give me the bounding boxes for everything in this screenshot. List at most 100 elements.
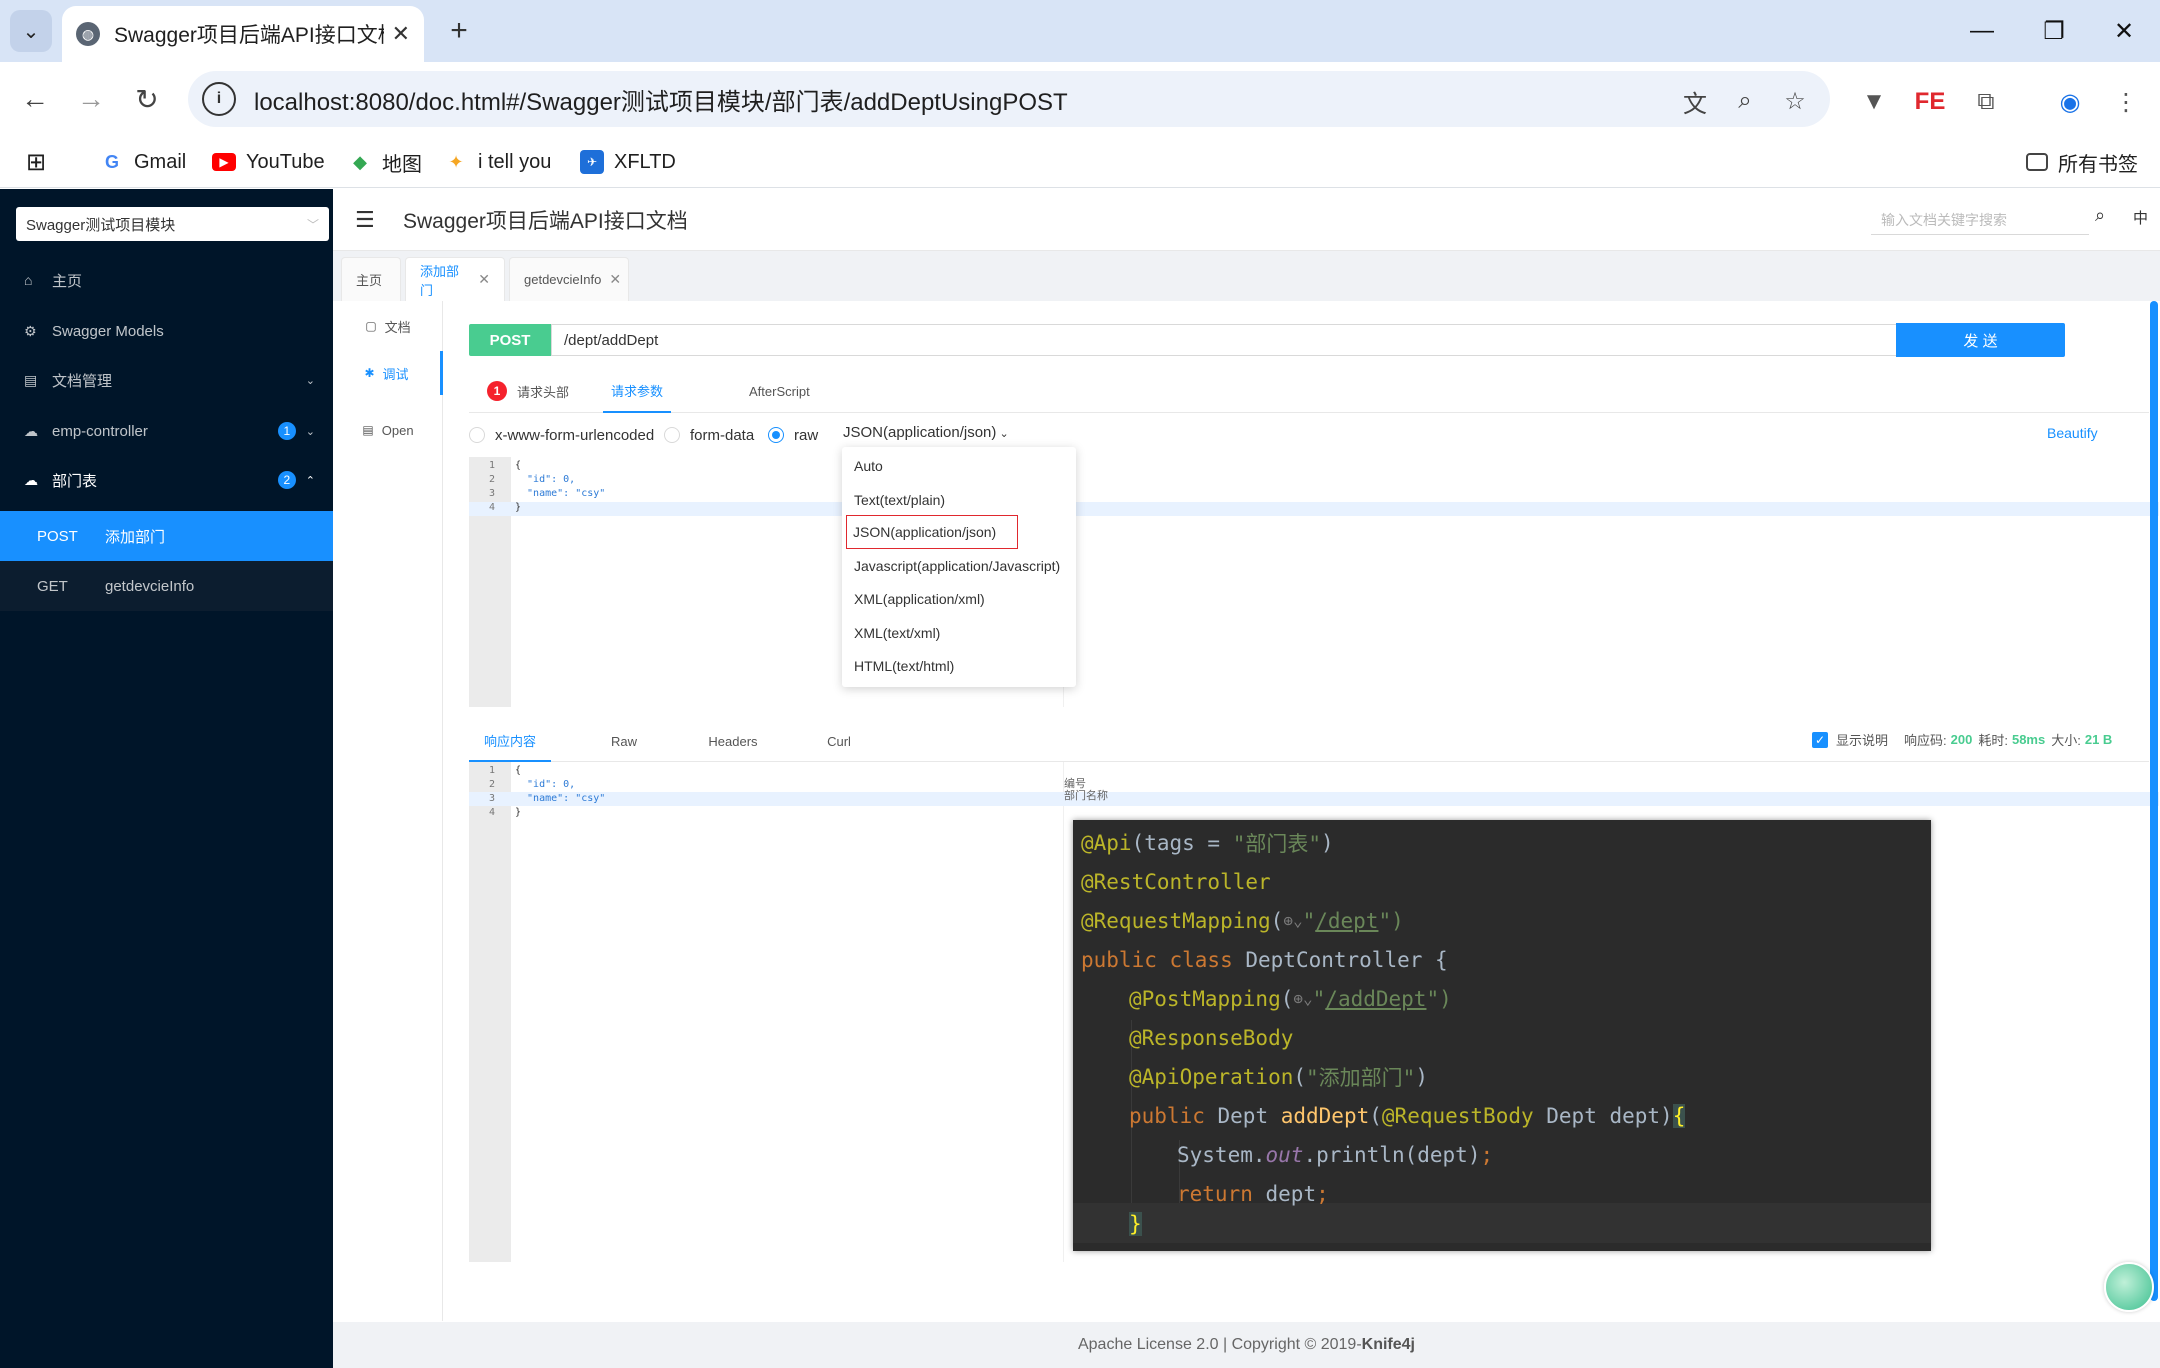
bookmark-maps[interactable]: ◆ 地图 xyxy=(348,144,422,180)
address-bar[interactable]: i localhost:8080/doc.html#/Swagger测试项目模块… xyxy=(188,71,1830,127)
tab-response-curl[interactable]: Curl xyxy=(799,720,879,762)
radio-urlencoded[interactable]: x-www-form-urlencoded xyxy=(469,424,654,446)
response-body-editor: 1 2 3 4 { "id": 0, "name": "csy" } xyxy=(469,762,2159,1262)
tab-get-device-info[interactable]: getdevcieInfo ✕ xyxy=(509,257,629,301)
api-item-get-device-info[interactable]: GET getdevcieInfo xyxy=(0,561,333,611)
dropdown-option[interactable]: Javascript(application/Javascript) xyxy=(854,549,1060,582)
xfltd-icon: ✈ xyxy=(580,150,604,174)
bookmark-label: XFLTD xyxy=(614,150,676,173)
all-bookmarks[interactable]: 所有书签 xyxy=(2026,144,2138,180)
footer: Apache License 2.0 | Copyright © 2019- Kn… xyxy=(333,1322,2160,1368)
response-size: 21 B xyxy=(2084,732,2113,747)
language-switch[interactable]: 中 xyxy=(2133,207,2148,228)
zoom-icon[interactable]: ⌕ xyxy=(1730,86,1760,116)
code-line: "name": "csy" xyxy=(515,793,606,804)
group-select[interactable]: Swagger测试项目模块 ﹀ xyxy=(16,207,329,241)
bookmark-gmail[interactable]: G Gmail xyxy=(100,144,186,180)
code-line: @ApiOperation("添加部门") xyxy=(1129,1064,1428,1090)
radio-dot xyxy=(469,427,485,443)
tab-search-button[interactable]: ⌄ xyxy=(10,10,52,52)
code-line: System. out .println(dept); xyxy=(1177,1142,1494,1167)
bookmark-youtube[interactable]: ▶ YouTube xyxy=(212,144,325,180)
extensions-icon[interactable]: ⧉ xyxy=(1970,86,2002,118)
bookmark-label: YouTube xyxy=(246,150,325,173)
new-tab-button[interactable]: + xyxy=(440,12,478,50)
send-button[interactable]: 发 送 xyxy=(1896,323,2065,357)
more-menu-icon[interactable]: ⋮ xyxy=(2110,86,2142,118)
restore-button[interactable]: ❐ xyxy=(2034,12,2074,50)
api-item-add-dept[interactable]: POST 添加部门 xyxy=(0,511,333,561)
tab-response-headers[interactable]: Headers xyxy=(683,720,783,762)
vtab-open[interactable]: ▤ Open xyxy=(333,405,443,455)
radio-form-data[interactable]: form-data xyxy=(664,424,754,446)
tab-response-raw[interactable]: Raw xyxy=(589,720,659,762)
forward-button[interactable]: → xyxy=(70,78,112,120)
tab-add-dept[interactable]: 添加部门 ✕ xyxy=(405,257,505,301)
sidebar-item-dept[interactable]: ☁ 部门表 2 ⌃ xyxy=(0,455,333,505)
models-icon: ⚙ xyxy=(24,322,37,339)
back-button[interactable]: ← xyxy=(14,78,56,120)
code-line: } xyxy=(515,502,522,513)
bug-icon: ✱ xyxy=(364,366,375,380)
response-code: 200 xyxy=(1950,732,1973,747)
code-line: "name": "csy" xyxy=(515,488,606,499)
apps-icon[interactable]: ⊞ xyxy=(26,144,46,180)
dropdown-option[interactable]: Text(text/plain) xyxy=(854,483,945,516)
sidebar-item-doc-manage[interactable]: ▤ 文档管理 ⌄ xyxy=(0,355,333,405)
bookmark-itellyou[interactable]: ✦ i tell you xyxy=(444,144,551,180)
tab-after-script[interactable]: AfterScript xyxy=(749,369,810,413)
dropdown-option[interactable]: XML(application/xml) xyxy=(854,582,985,615)
vtab-label: 调试 xyxy=(382,366,409,382)
vtab-debug[interactable]: ✱ 调试 xyxy=(333,351,443,395)
window-close-button[interactable]: ✕ xyxy=(2104,12,2144,50)
code-line: "id": 0, xyxy=(515,779,576,790)
dropdown-option[interactable]: XML(text/xml) xyxy=(854,616,940,649)
globe-icon: ◍ xyxy=(76,22,100,46)
cloud-icon: ☁ xyxy=(24,471,38,488)
tab-label: Curl xyxy=(827,733,851,749)
checkbox-checked-icon[interactable]: ✓ xyxy=(1812,731,1828,748)
tab-label: 请求参数 xyxy=(610,383,663,399)
line-number: 3 xyxy=(488,488,495,499)
dropdown-option-selected[interactable]: JSON(application/json) xyxy=(846,515,1018,549)
bookmark-star-icon[interactable]: ☆ xyxy=(1780,86,1810,116)
profile-icon[interactable]: ◉ xyxy=(2054,86,2086,118)
tab-label: getdevcieInfo xyxy=(524,272,602,287)
content-type-select[interactable]: JSON(application/json) ⌄ xyxy=(843,424,1009,441)
close-icon[interactable]: ✕ xyxy=(478,271,490,288)
close-icon[interactable]: ✕ xyxy=(392,21,410,47)
browser-tab-title: Swagger项目后端API接口文档 xyxy=(114,24,384,47)
request-url-input[interactable]: /dept/addDept xyxy=(551,324,1897,356)
scrollbar[interactable] xyxy=(2150,301,2158,1301)
reload-button[interactable]: ↻ xyxy=(126,78,168,120)
size-label: 大小: xyxy=(2051,733,2081,748)
menu-fold-icon[interactable]: ☰ xyxy=(355,207,375,233)
tab-label: 添加部门 xyxy=(420,263,460,298)
tab-request-headers[interactable]: 1 请求头部 xyxy=(487,369,569,413)
bookmark-label: Gmail xyxy=(134,150,187,173)
fe-helper-icon[interactable]: FE xyxy=(1914,86,1946,118)
sidebar-item-home[interactable]: ⌂ 主页 xyxy=(0,255,333,305)
translate-icon[interactable]: 文 xyxy=(1680,86,1710,118)
browser-tab-active[interactable]: ◍ Swagger项目后端API接口文档 ✕ xyxy=(62,6,424,62)
sidebar-item-emp-controller[interactable]: ☁ emp-controller 1 ⌄ xyxy=(0,406,333,456)
tab-home[interactable]: 主页 xyxy=(341,257,401,301)
vue-devtools-icon[interactable]: ▼ xyxy=(1858,86,1890,118)
doc-search-input[interactable]: 输入文档关键字搜索 xyxy=(1871,205,2089,235)
dropdown-option[interactable]: HTML(text/html) xyxy=(854,649,954,682)
vtab-doc[interactable]: ▢ 文档 xyxy=(333,301,443,351)
beautify-link[interactable]: Beautify xyxy=(2047,425,2098,441)
radio-raw[interactable]: raw xyxy=(768,424,818,446)
tab-label: 响应内容 xyxy=(483,733,536,749)
knife4j-logo-icon[interactable] xyxy=(2104,1262,2154,1312)
dropdown-option[interactable]: Auto xyxy=(854,449,883,482)
sidebar-item-models[interactable]: ⚙ Swagger Models xyxy=(0,306,333,356)
close-icon[interactable]: ✕ xyxy=(609,271,621,288)
bookmark-xfltd[interactable]: ✈ XFLTD xyxy=(580,144,676,180)
minimize-button[interactable]: — xyxy=(1962,12,2002,50)
tab-request-params[interactable]: 请求参数 xyxy=(603,369,671,413)
search-icon[interactable]: ⌕ xyxy=(2095,205,2105,226)
tab-label: Headers xyxy=(708,733,758,749)
tab-response-content[interactable]: 响应内容 xyxy=(469,720,551,762)
site-info-icon[interactable]: i xyxy=(202,82,236,116)
